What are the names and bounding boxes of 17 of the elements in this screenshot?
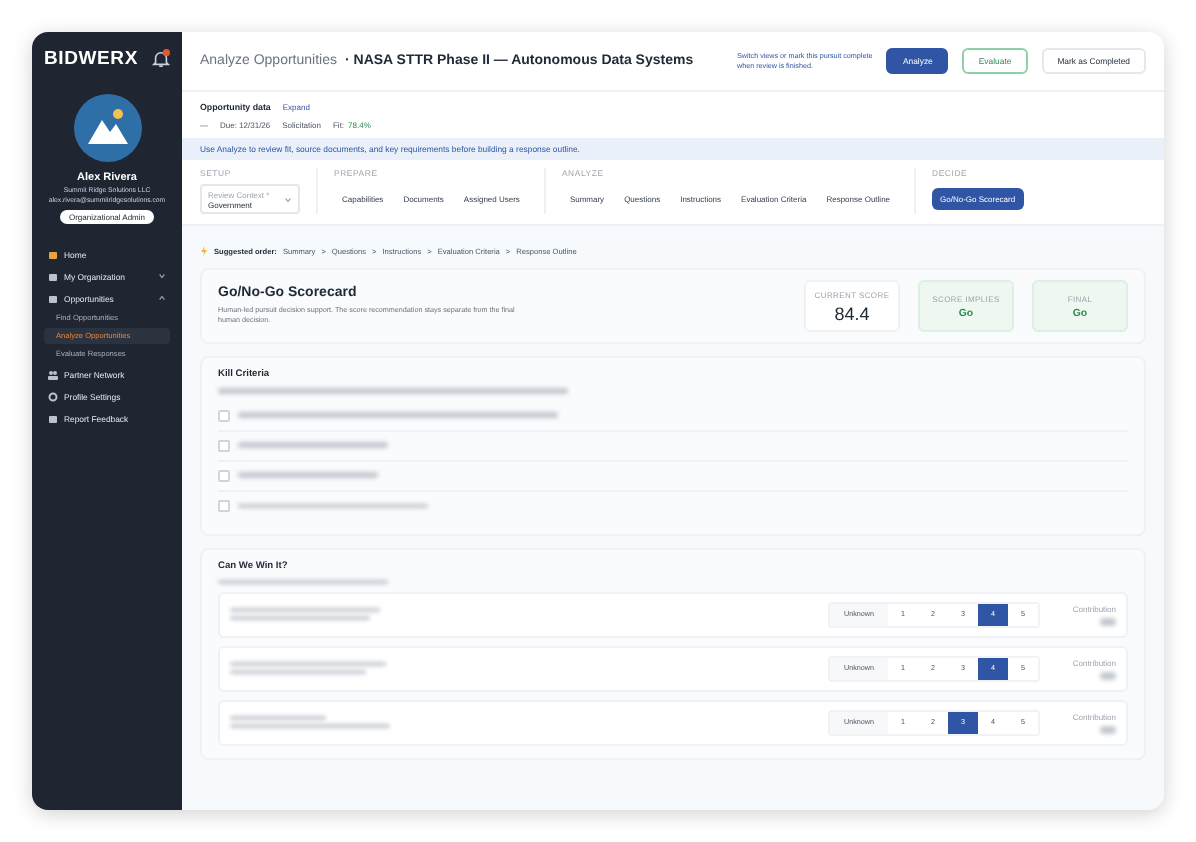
stat-value: 84.4 (834, 303, 870, 323)
avatar (73, 94, 141, 162)
checkbox[interactable] (218, 439, 230, 451)
checkbox[interactable] (218, 409, 230, 421)
blurred-value (1100, 671, 1116, 679)
lightning-icon (200, 246, 208, 256)
blurred-value (1100, 725, 1116, 733)
logo: BIDWERX (44, 48, 138, 70)
checkbox[interactable] (218, 500, 230, 512)
bell-icon[interactable] (152, 50, 170, 68)
blurred-text (238, 472, 378, 478)
people-icon (48, 369, 58, 379)
chevron-icon (284, 195, 292, 203)
chevron-icon (158, 294, 166, 302)
checkbox[interactable] (218, 469, 230, 481)
blurred-value (1100, 617, 1116, 625)
chevron-icon (158, 272, 166, 280)
